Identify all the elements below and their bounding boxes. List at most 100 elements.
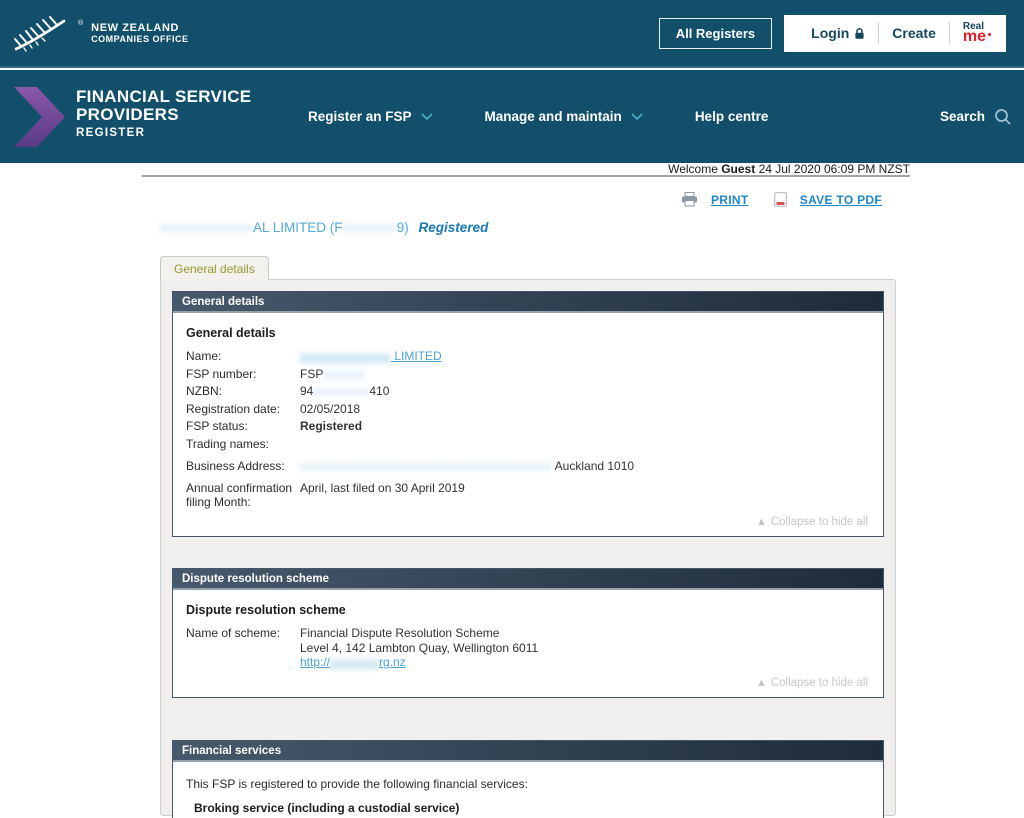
section-subheading: General details	[186, 326, 870, 340]
chevron-logo-icon	[10, 86, 66, 148]
field-nzbn: NZBN: 94xxxxxxxx410	[186, 384, 870, 398]
field-label: Trading names:	[186, 437, 300, 451]
collapse-label: Collapse to hide all	[771, 516, 868, 528]
logo-text-line2: COMPANIES OFFICE	[91, 34, 188, 44]
field-registration-date: Registration date: 02/05/2018	[186, 402, 870, 416]
collapse-triangle-icon: ▲	[756, 677, 767, 689]
print-action[interactable]: PRINT	[681, 192, 749, 207]
top-header-bar: ® NEW ZEALAND COMPANIES OFFICE All Regis…	[0, 0, 1024, 68]
section-header: General details	[173, 292, 883, 313]
field-label: Annual confirmation filing Month:	[186, 481, 300, 509]
chevron-down-icon	[421, 113, 433, 120]
fsp-prefix: FSP	[300, 367, 323, 381]
nav-label: Manage and maintain	[485, 109, 622, 124]
field-business-address: Business Address: xxxxxxxxxxxxxxxxxxxxxx…	[186, 459, 870, 473]
field-label: NZBN:	[186, 384, 300, 398]
save-to-pdf-icon	[774, 192, 787, 207]
welcome-text: Welcome	[668, 162, 718, 176]
redacted-text: xxxxxxx	[343, 220, 397, 235]
collapse-triangle-icon: ▲	[756, 516, 767, 528]
nav-items: Register an FSP Manage and maintain Help…	[308, 70, 768, 163]
logo-text-line1: NEW ZEALAND	[91, 22, 188, 35]
annual-confirmation-value: April, last filed on 30 April 2019	[300, 481, 465, 509]
brand-line3: REGISTER	[76, 127, 251, 139]
entity-name-link[interactable]: xxxxxxxxxxxxx LIMITED	[300, 349, 442, 363]
trademark-symbol: ®	[78, 20, 83, 27]
entity-name-visible: AL LIMITED (F	[253, 220, 343, 235]
lock-icon	[854, 27, 865, 40]
fern-icon	[12, 12, 70, 54]
welcome-status-bar: Welcome Guest 24 Jul 2020 06:09 PM NZST	[142, 163, 910, 177]
create-link[interactable]: Create	[879, 25, 949, 41]
collapse-label: Collapse to hide all	[771, 677, 868, 689]
address-visible: Auckland 1010	[552, 459, 634, 473]
financial-services-intro: This FSP is registered to provide the fo…	[186, 777, 870, 791]
entity-fsp-suffix: 9)	[397, 220, 409, 235]
brand-line2: PROVIDERS	[76, 106, 251, 124]
all-registers-button[interactable]: All Registers	[659, 18, 772, 49]
field-name-of-scheme: Name of scheme: Financial Dispute Resolu…	[186, 626, 870, 670]
entity-title: xxxxxxxxxxxxAL LIMITED (Fxxxxxxx9) Regis…	[160, 220, 488, 235]
fsp-status-value: Registered	[300, 419, 362, 433]
entity-status-badge: Registered	[419, 220, 489, 235]
redacted-text: xxxxxxxxxxxxx	[300, 349, 391, 363]
nav-label: Help centre	[695, 109, 769, 124]
auth-box: Login Create Real me	[784, 15, 1006, 52]
save-pdf-action[interactable]: SAVE TO PDF	[774, 192, 882, 207]
nzbn-prefix: 94	[300, 384, 313, 398]
field-label: Registration date:	[186, 402, 300, 416]
scheme-address: Level 4, 142 Lambton Quay, Wellington 60…	[300, 641, 538, 656]
nzbn-suffix: 410	[369, 384, 389, 398]
redacted-text: xxxxxxx	[330, 655, 379, 669]
field-label: Name of scheme:	[186, 626, 300, 670]
field-label: FSP number:	[186, 367, 300, 381]
save-to-pdf-link[interactable]: SAVE TO PDF	[800, 193, 882, 207]
primary-navbar: FINANCIAL SERVICE PROVIDERS REGISTER Reg…	[0, 70, 1024, 163]
redacted-text: xxxxxxxxxxxxxxxxxxxxxxxxxxxxxxxxxxxx	[300, 459, 552, 473]
field-annual-confirmation: Annual confirmation filing Month: April,…	[186, 481, 870, 509]
scheme-website-link[interactable]: http://xxxxxxxrg.nz	[300, 655, 406, 669]
search-label: Search	[940, 109, 985, 124]
redacted-text: xxxxxxxxxxxx	[160, 220, 253, 235]
details-panel: General details General details Name: xx…	[160, 279, 896, 816]
field-label: Business Address:	[186, 459, 300, 473]
login-link[interactable]: Login	[798, 25, 878, 41]
financial-service-item: Broking service (including a custodial s…	[194, 801, 870, 815]
realme-text-bottom: me	[963, 28, 986, 45]
nav-help-centre[interactable]: Help centre	[695, 109, 769, 124]
topbar-actions: All Registers Login Create Real me	[659, 15, 1006, 52]
companies-office-logo[interactable]: ® NEW ZEALAND COMPANIES OFFICE	[12, 12, 189, 54]
section-dispute-resolution: Dispute resolution scheme Dispute resolu…	[172, 568, 884, 698]
url-suffix: rg.nz	[379, 655, 406, 669]
scheme-name: Financial Dispute Resolution Scheme	[300, 626, 538, 641]
search-icon	[994, 108, 1012, 126]
page: ® NEW ZEALAND COMPANIES OFFICE All Regis…	[0, 0, 1024, 818]
section-subheading: Dispute resolution scheme	[186, 603, 870, 617]
nav-register-an-fsp[interactable]: Register an FSP	[308, 109, 433, 124]
brand-line1: FINANCIAL SERVICE	[76, 88, 251, 106]
field-fsp-number: FSP number: FSPxxxxxx	[186, 367, 870, 381]
print-link[interactable]: PRINT	[711, 193, 749, 207]
field-trading-names: Trading names:	[186, 437, 870, 451]
section-header: Dispute resolution scheme	[173, 569, 883, 590]
nav-search[interactable]: Search	[940, 70, 1012, 163]
collapse-to-hide-all[interactable]: ▲ Collapse to hide all	[186, 673, 870, 692]
chevron-down-icon	[631, 113, 643, 120]
section-financial-services: Financial services This FSP is registere…	[172, 740, 884, 818]
welcome-datetime: 24 Jul 2020 06:09 PM NZST	[759, 162, 910, 176]
page-actions: PRINT SAVE TO PDF	[142, 192, 882, 210]
login-label: Login	[811, 25, 849, 41]
nav-manage-and-maintain[interactable]: Manage and maintain	[485, 109, 643, 124]
registration-date-value: 02/05/2018	[300, 402, 360, 416]
field-label: FSP status:	[186, 419, 300, 433]
name-visible: LIMITED	[391, 349, 442, 363]
section-general-details: General details General details Name: xx…	[172, 291, 884, 537]
realme-logo[interactable]: Real me	[950, 23, 992, 44]
tab-general-details[interactable]: General details	[160, 256, 269, 280]
fsp-register-brand[interactable]: FINANCIAL SERVICE PROVIDERS REGISTER	[10, 86, 251, 148]
collapse-to-hide-all[interactable]: ▲ Collapse to hide all	[186, 512, 870, 531]
realme-dot	[988, 33, 991, 36]
redacted-text: xxxxxx	[323, 367, 365, 381]
nav-label: Register an FSP	[308, 109, 412, 124]
welcome-user: Guest	[721, 162, 755, 176]
